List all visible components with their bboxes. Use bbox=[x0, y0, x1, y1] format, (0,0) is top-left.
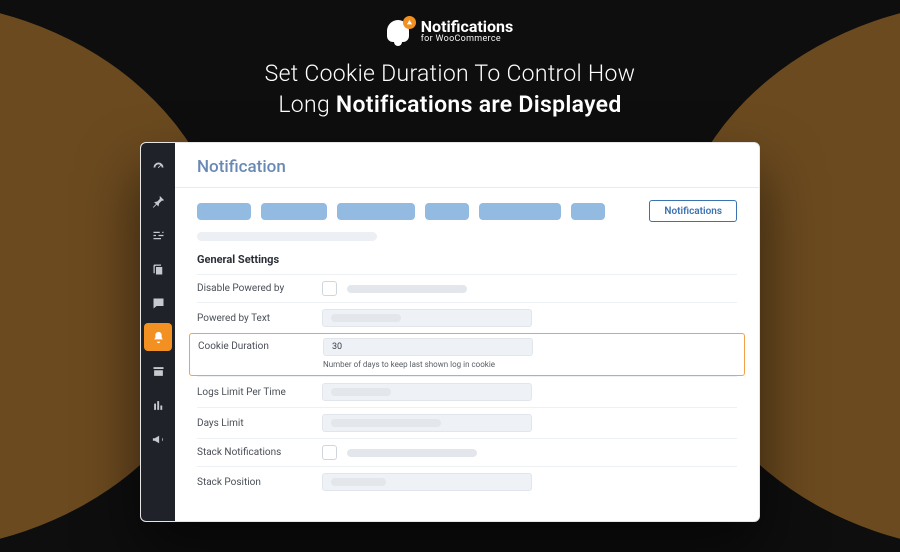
tab-placeholder[interactable] bbox=[337, 203, 415, 220]
notifications-icon[interactable] bbox=[144, 323, 172, 351]
row-disable-powered-by: Disable Powered by bbox=[197, 274, 737, 302]
archive-icon[interactable] bbox=[141, 355, 175, 387]
label-disable-powered-by: Disable Powered by bbox=[197, 283, 322, 294]
tab-placeholder[interactable] bbox=[197, 203, 251, 220]
input-days-limit[interactable] bbox=[322, 414, 532, 432]
app-window: Notification Notifications General Setti… bbox=[140, 142, 760, 522]
brand-name: Notifications bbox=[421, 19, 514, 35]
tab-placeholder[interactable] bbox=[571, 203, 605, 220]
tab-placeholder[interactable] bbox=[425, 203, 469, 220]
sidebar bbox=[141, 143, 175, 521]
label-stack-notifications: Stack Notifications bbox=[197, 447, 322, 458]
pin-icon[interactable] bbox=[141, 185, 175, 217]
label-cookie-duration: Cookie Duration bbox=[198, 338, 323, 352]
divider bbox=[175, 187, 759, 188]
placeholder-bar bbox=[347, 285, 467, 293]
copy-icon[interactable] bbox=[141, 253, 175, 285]
hint-cookie-duration: Number of days to keep last shown log in… bbox=[323, 360, 495, 369]
row-stack-position: Stack Position bbox=[197, 466, 737, 497]
label-stack-position: Stack Position bbox=[197, 477, 322, 488]
checkbox-disable-powered-by[interactable] bbox=[322, 281, 337, 296]
label-powered-by-text: Powered by Text bbox=[197, 313, 322, 324]
placeholder-bar bbox=[347, 449, 477, 457]
bell-icon bbox=[387, 18, 413, 44]
announce-icon[interactable] bbox=[141, 423, 175, 455]
headline: Set Cookie Duration To Control How Long … bbox=[265, 58, 636, 120]
input-powered-by-text[interactable] bbox=[322, 309, 532, 327]
checkbox-stack-notifications[interactable] bbox=[322, 445, 337, 460]
stats-icon[interactable] bbox=[141, 389, 175, 421]
tab-placeholder[interactable] bbox=[479, 203, 561, 220]
placeholder-bar bbox=[197, 232, 377, 241]
highlighted-row: Cookie Duration 30 Number of days to kee… bbox=[189, 333, 745, 376]
brand-subtitle: for WooCommerce bbox=[421, 35, 514, 44]
input-stack-position[interactable] bbox=[322, 473, 532, 491]
section-heading: General Settings bbox=[197, 253, 737, 266]
label-logs-limit: Logs Limit Per Time bbox=[197, 387, 322, 398]
row-stack-notifications: Stack Notifications bbox=[197, 438, 737, 466]
tab-bar: Notifications bbox=[197, 200, 737, 222]
comment-icon[interactable] bbox=[141, 287, 175, 319]
dashboard-icon[interactable] bbox=[141, 151, 175, 183]
brand-logo: Notifications for WooCommerce bbox=[387, 18, 514, 44]
page-title: Notification bbox=[197, 157, 737, 177]
tab-notifications[interactable]: Notifications bbox=[649, 200, 737, 222]
tune-icon[interactable] bbox=[141, 219, 175, 251]
label-days-limit: Days Limit bbox=[197, 418, 322, 429]
row-powered-by-text: Powered by Text bbox=[197, 302, 737, 333]
input-logs-limit[interactable] bbox=[322, 383, 532, 401]
row-days-limit: Days Limit bbox=[197, 407, 737, 438]
tab-placeholder[interactable] bbox=[261, 203, 327, 220]
row-logs-limit: Logs Limit Per Time bbox=[197, 376, 737, 407]
input-cookie-duration[interactable]: 30 bbox=[323, 338, 533, 356]
